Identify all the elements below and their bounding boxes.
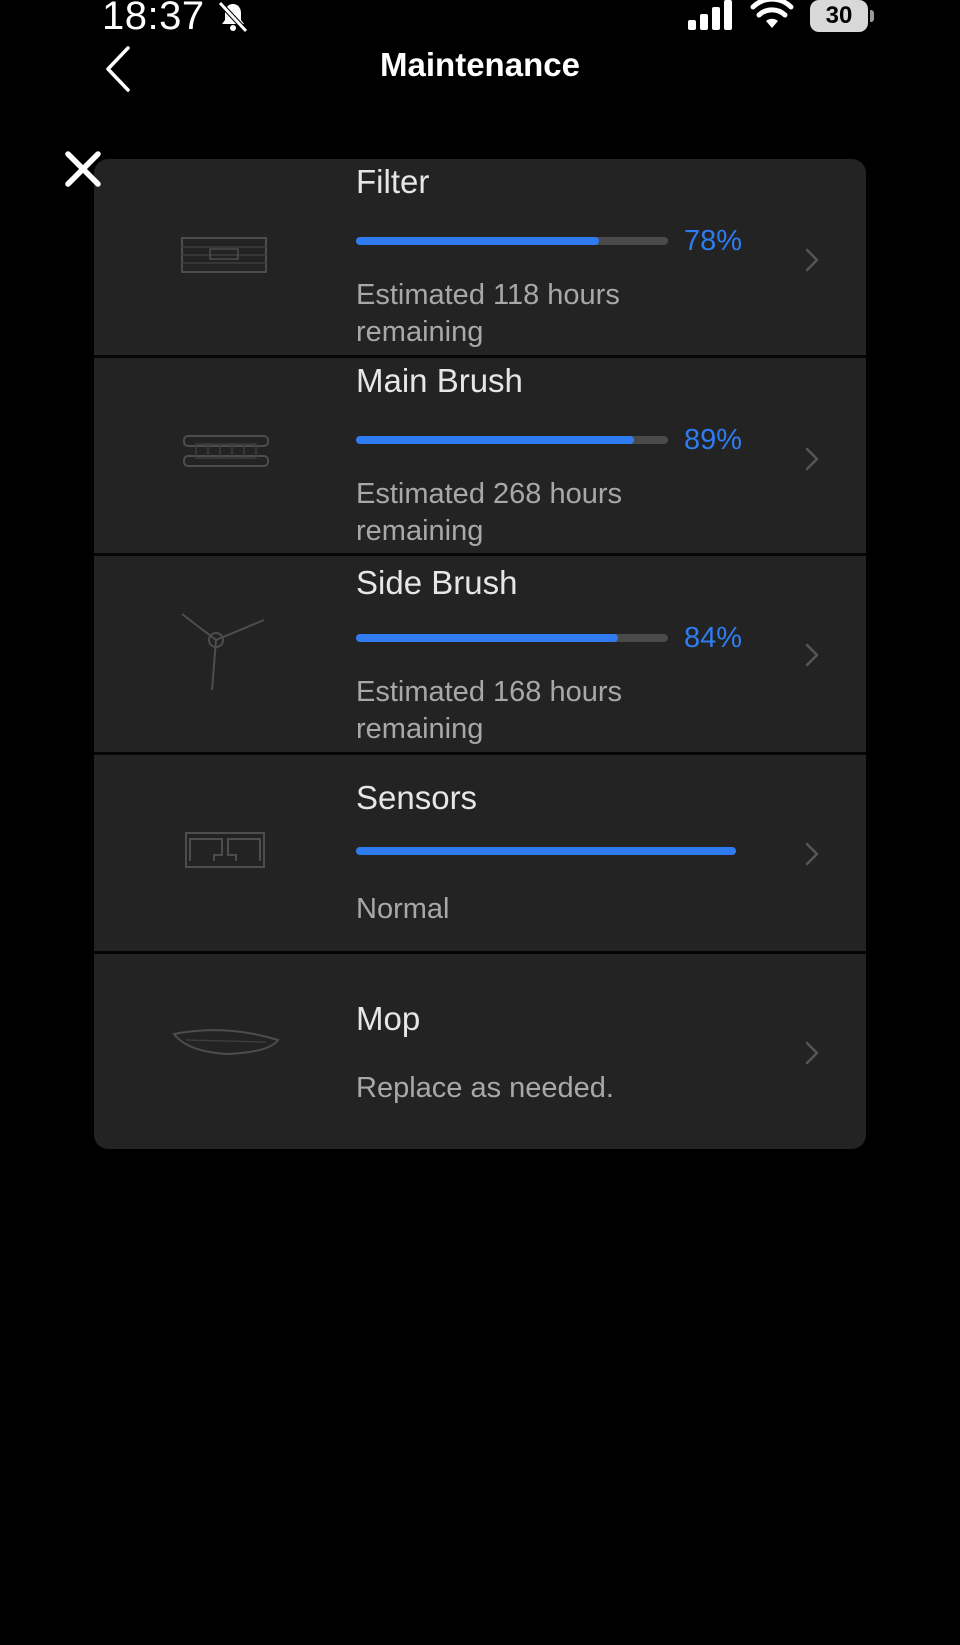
percent-label: 84% [684, 622, 743, 654]
status-bar: 18:37 30 [0, 0, 960, 40]
item-name: Main Brush [356, 362, 523, 399]
wifi-icon [750, 0, 794, 28]
chevron-right-icon [805, 842, 819, 866]
nav-bar: Maintenance [0, 40, 960, 100]
item-description: Estimated 268 hours remaining [356, 478, 622, 547]
item-name: Mop [356, 1000, 421, 1037]
progress-fill [356, 436, 634, 444]
mop-icon [172, 1029, 280, 1056]
battery-level: 30 [825, 2, 853, 29]
item-description: Normal [356, 893, 450, 925]
item-name: Filter [356, 163, 430, 200]
maintenance-list: Filter 78% Estimated 118 hours remaining… [94, 159, 866, 1149]
progress-fill [356, 847, 736, 855]
percent-label: 89% [684, 424, 743, 456]
progress-bar [356, 634, 668, 642]
item-description: Estimated 118 hours remaining [356, 279, 620, 348]
percent-label: 78% [684, 225, 743, 257]
chevron-right-icon [805, 1041, 819, 1065]
item-description: Replace as needed. [356, 1072, 614, 1104]
battery-indicator: 30 [810, 0, 874, 32]
list-item-mop[interactable]: Mop Replace as needed. [94, 954, 866, 1149]
main-brush-icon [183, 435, 269, 467]
item-name: Side Brush [356, 564, 518, 601]
cellular-signal-icon [688, 0, 732, 30]
progress-fill [356, 634, 619, 642]
battery-tip [870, 10, 874, 22]
status-time: 18:37 [102, 0, 205, 38]
sensors-icon [185, 832, 265, 868]
chevron-right-icon [805, 248, 819, 272]
progress-bar [356, 847, 736, 855]
page-title: Maintenance [380, 46, 580, 83]
chevron-right-icon [805, 447, 819, 471]
chevron-right-icon [805, 643, 819, 667]
item-description: Estimated 168 hours remaining [356, 676, 622, 745]
close-icon[interactable] [62, 148, 104, 190]
item-name: Sensors [356, 779, 478, 816]
progress-fill [356, 237, 600, 245]
list-item-filter[interactable]: Filter 78% Estimated 118 hours remaining [94, 159, 866, 355]
side-brush-icon [181, 613, 265, 691]
list-item-main-brush[interactable]: Main Brush 89% Estimated 268 hours remai… [94, 358, 866, 553]
list-item-sensors[interactable]: Sensors Normal [94, 755, 866, 951]
list-item-side-brush[interactable]: Side Brush 84% Estimated 168 hours remai… [94, 556, 866, 752]
progress-bar [356, 237, 668, 245]
progress-bar [356, 436, 668, 444]
bell-muted-icon [218, 1, 248, 33]
filter-icon [181, 237, 267, 273]
